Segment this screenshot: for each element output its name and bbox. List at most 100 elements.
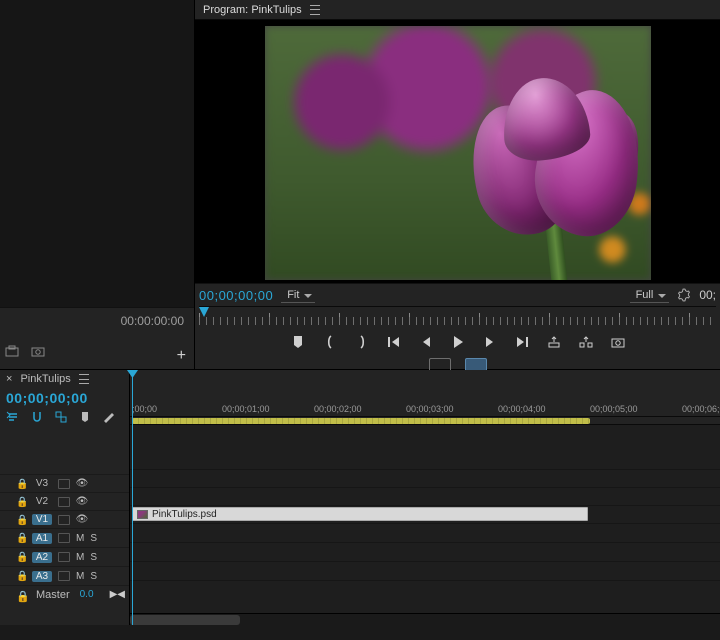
- master-track-header[interactable]: 🔒 Master 0.0 ▶◀: [0, 585, 129, 603]
- program-monitor[interactable]: [195, 20, 720, 283]
- timeline-scrollbar[interactable]: [130, 613, 720, 625]
- time-ruler[interactable]: ;00;00 00;00;01;00 00;00;02;00 00;00;03;00 0…: [130, 403, 720, 417]
- snap-toggle-icon[interactable]: [30, 410, 44, 424]
- timeline-settings-icon[interactable]: [102, 410, 116, 424]
- source-patch-toggle[interactable]: [58, 497, 70, 507]
- add-marker-button[interactable]: [290, 334, 306, 350]
- nest-toggle-icon[interactable]: [6, 410, 20, 424]
- solo-toggle[interactable]: S: [90, 552, 97, 563]
- solo-toggle[interactable]: S: [90, 533, 97, 544]
- lock-icon[interactable]: 🔒: [16, 515, 26, 525]
- source-patch-toggle[interactable]: [58, 479, 70, 489]
- master-label: Master: [36, 589, 70, 601]
- lock-icon[interactable]: 🔒: [16, 533, 26, 543]
- export-frame-icon[interactable]: [4, 343, 20, 359]
- ruler-label: ;00;00: [132, 404, 157, 414]
- mute-toggle[interactable]: M: [76, 552, 84, 563]
- ruler-label: 00;00;02;00: [314, 404, 362, 414]
- lane-a1[interactable]: [130, 523, 720, 542]
- program-panel: Program: PinkTulips 00;00;00;00 Fit Ful: [195, 0, 720, 369]
- solo-toggle[interactable]: S: [90, 571, 97, 582]
- source-patch-toggle[interactable]: [58, 515, 70, 525]
- close-sequence-button[interactable]: ×: [6, 373, 12, 385]
- ruler-label: 00;00;06;00: [682, 404, 720, 414]
- lock-icon[interactable]: 🔒: [16, 552, 26, 562]
- source-panel: 00:00:00:00 +: [0, 0, 195, 369]
- ruler-label: 00;00;04;00: [498, 404, 546, 414]
- mute-toggle[interactable]: M: [76, 571, 84, 582]
- timeline-header-panel: × PinkTulips 00;00;00;00 🔒 V3 👁 🔒 V2: [0, 370, 130, 625]
- track-header-a2[interactable]: 🔒 A2 M S: [0, 547, 129, 566]
- program-duration: 00;: [699, 288, 716, 302]
- export-frame-button[interactable]: [610, 334, 626, 350]
- step-forward-button[interactable]: [482, 334, 498, 350]
- work-area-bar[interactable]: [130, 417, 720, 425]
- play-button[interactable]: [450, 334, 466, 350]
- program-controls: 00;00;00;00 Fit Full 00;: [195, 283, 720, 369]
- track-header-v3[interactable]: 🔒 V3 👁: [0, 474, 129, 492]
- program-scrubber[interactable]: [199, 306, 716, 326]
- program-tab-label: Program: PinkTulips: [203, 4, 302, 16]
- master-value[interactable]: 0.0: [80, 589, 94, 600]
- source-timecode[interactable]: 00:00:00:00: [121, 314, 184, 328]
- lane-a2[interactable]: [130, 542, 720, 561]
- ruler-label: 00;00;05;00: [590, 404, 638, 414]
- ruler-label: 00;00;01;00: [222, 404, 270, 414]
- track-label[interactable]: A2: [32, 552, 52, 563]
- timeline-scroll-thumb[interactable]: [130, 615, 240, 625]
- sequence-tab-label[interactable]: PinkTulips: [20, 373, 70, 385]
- source-patch-toggle[interactable]: [58, 533, 70, 543]
- linked-selection-icon[interactable]: [54, 410, 68, 424]
- program-timecode[interactable]: 00;00;00;00: [199, 288, 273, 303]
- track-label[interactable]: V2: [32, 496, 52, 507]
- eye-icon[interactable]: 👁: [76, 497, 88, 507]
- lock-icon[interactable]: 🔒: [16, 590, 26, 600]
- step-back-button[interactable]: [418, 334, 434, 350]
- eye-icon[interactable]: 👁: [76, 515, 88, 525]
- lock-icon[interactable]: 🔒: [16, 497, 26, 507]
- track-header-v1[interactable]: 🔒 V1 👁: [0, 510, 129, 528]
- collapse-icon[interactable]: ▶◀: [110, 589, 125, 600]
- track-label[interactable]: V3: [32, 478, 52, 489]
- ruler-label: 00;00;03;00: [406, 404, 454, 414]
- add-panel-button[interactable]: +: [177, 347, 186, 365]
- source-patch-toggle[interactable]: [58, 571, 70, 581]
- extract-button[interactable]: [578, 334, 594, 350]
- track-header-v2[interactable]: 🔒 V2 👁: [0, 492, 129, 510]
- mark-in-button[interactable]: [322, 334, 338, 350]
- go-to-in-button[interactable]: [386, 334, 402, 350]
- go-to-out-button[interactable]: [514, 334, 530, 350]
- program-tab[interactable]: Program: PinkTulips: [195, 0, 720, 20]
- lane-master[interactable]: [130, 580, 720, 598]
- panel-menu-icon[interactable]: [310, 5, 320, 15]
- eye-icon[interactable]: 👁: [76, 479, 88, 489]
- marker-tool-icon[interactable]: [78, 410, 92, 424]
- source-monitor: [0, 0, 194, 307]
- lane-v2[interactable]: [130, 487, 720, 505]
- track-label[interactable]: A1: [32, 533, 52, 544]
- clip[interactable]: PinkTulips.psd: [132, 507, 588, 521]
- track-header-a1[interactable]: 🔒 A1 M S: [0, 528, 129, 547]
- lift-button[interactable]: [546, 334, 562, 350]
- timeline-playhead[interactable]: [132, 370, 133, 625]
- lane-v3[interactable]: [130, 469, 720, 487]
- playback-res-select[interactable]: Full: [630, 288, 670, 303]
- sequence-timecode[interactable]: 00;00;00;00: [0, 388, 129, 410]
- lock-icon[interactable]: 🔒: [16, 571, 26, 581]
- source-patch-toggle[interactable]: [58, 552, 70, 562]
- lane-v1[interactable]: PinkTulips.psd: [130, 505, 720, 523]
- program-frame: [265, 26, 651, 280]
- lane-a3[interactable]: [130, 561, 720, 580]
- settings-icon[interactable]: [677, 288, 691, 302]
- track-label[interactable]: V1: [32, 514, 52, 525]
- zoom-select[interactable]: Fit: [281, 288, 315, 303]
- sequence-menu-icon[interactable]: [79, 374, 89, 384]
- track-label[interactable]: A3: [32, 571, 52, 582]
- snapshot-icon[interactable]: [30, 343, 46, 359]
- mark-out-button[interactable]: [354, 334, 370, 350]
- lock-icon[interactable]: 🔒: [16, 479, 26, 489]
- timeline-tracks-area[interactable]: ;00;00 00;00;01;00 00;00;02;00 00;00;03;00 0…: [130, 370, 720, 625]
- mute-toggle[interactable]: M: [76, 533, 84, 544]
- track-header-a3[interactable]: 🔒 A3 M S: [0, 566, 129, 585]
- clip-name: PinkTulips.psd: [152, 509, 217, 520]
